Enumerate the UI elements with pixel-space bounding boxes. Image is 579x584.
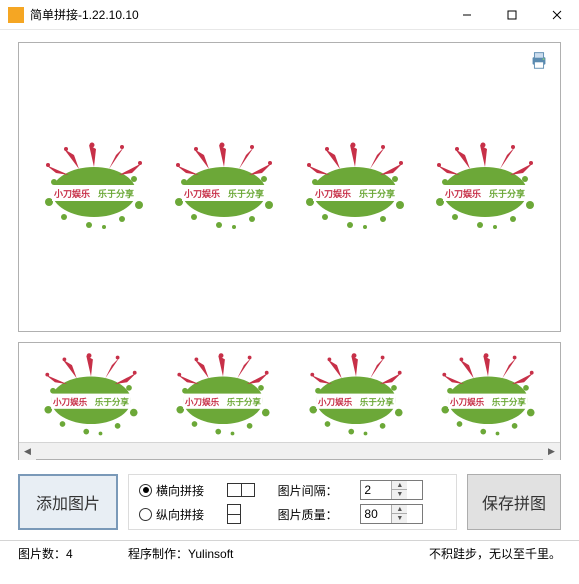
count-value: 4	[66, 547, 73, 561]
scroll-track[interactable]	[36, 443, 543, 460]
quality-input[interactable]	[361, 507, 391, 521]
gap-spinner[interactable]: ▲▼	[360, 480, 423, 500]
gap-label: 图片间隔：	[278, 482, 353, 499]
horizontal-radio[interactable]: 横向拼接	[139, 482, 219, 499]
quality-label: 图片质量：	[278, 506, 353, 523]
author-label: 程序制作：	[128, 547, 188, 561]
vertical-label: 纵向拼接	[156, 506, 204, 523]
preview-canvas	[18, 42, 561, 332]
gap-input[interactable]	[361, 483, 391, 497]
vertical-radio[interactable]: 纵向拼接	[139, 506, 219, 523]
vertical-icon	[227, 504, 241, 524]
preview-image	[425, 132, 545, 242]
print-button[interactable]	[528, 49, 550, 74]
thumbnail-image[interactable]	[424, 348, 552, 443]
count-label: 图片数：	[18, 547, 66, 561]
window-title: 简单拼接-1.22.10.10	[30, 6, 444, 23]
options-panel: 横向拼接 图片间隔： ▲▼ 纵向拼接 图片质量： ▲▼	[128, 474, 457, 530]
scroll-left-button[interactable]: ◀	[19, 443, 36, 460]
radio-icon	[139, 484, 152, 497]
add-image-button[interactable]: 添加图片	[18, 474, 118, 530]
thumbnail-image[interactable]	[27, 348, 155, 443]
save-image-button[interactable]: 保存拼图	[467, 474, 561, 530]
motto-text: 不积跬步，无以至千里。	[429, 545, 561, 562]
radio-icon	[139, 508, 152, 521]
scroll-right-button[interactable]: ▶	[543, 443, 560, 460]
thumbnail-strip: ◀ ▶	[18, 342, 561, 460]
gap-down-button[interactable]: ▼	[392, 490, 407, 499]
preview-image	[295, 132, 415, 242]
quality-up-button[interactable]: ▲	[392, 505, 407, 514]
quality-down-button[interactable]: ▼	[392, 514, 407, 523]
gap-up-button[interactable]: ▲	[392, 481, 407, 490]
maximize-button[interactable]	[489, 0, 534, 29]
app-icon	[8, 7, 24, 23]
preview-image	[164, 132, 284, 242]
author-value: Yulinsoft	[188, 547, 233, 561]
close-button[interactable]	[534, 0, 579, 29]
horizontal-scrollbar[interactable]: ◀ ▶	[19, 442, 560, 459]
horizontal-label: 横向拼接	[156, 482, 204, 499]
status-bar: 图片数：4 程序制作：Yulinsoft 不积跬步，无以至千里。	[0, 540, 579, 566]
titlebar: 简单拼接-1.22.10.10	[0, 0, 579, 30]
preview-image	[34, 132, 154, 242]
horizontal-icon	[227, 483, 255, 497]
minimize-button[interactable]	[444, 0, 489, 29]
quality-spinner[interactable]: ▲▼	[360, 504, 423, 524]
thumbnail-image[interactable]	[159, 348, 287, 443]
thumbnail-image[interactable]	[292, 348, 420, 443]
